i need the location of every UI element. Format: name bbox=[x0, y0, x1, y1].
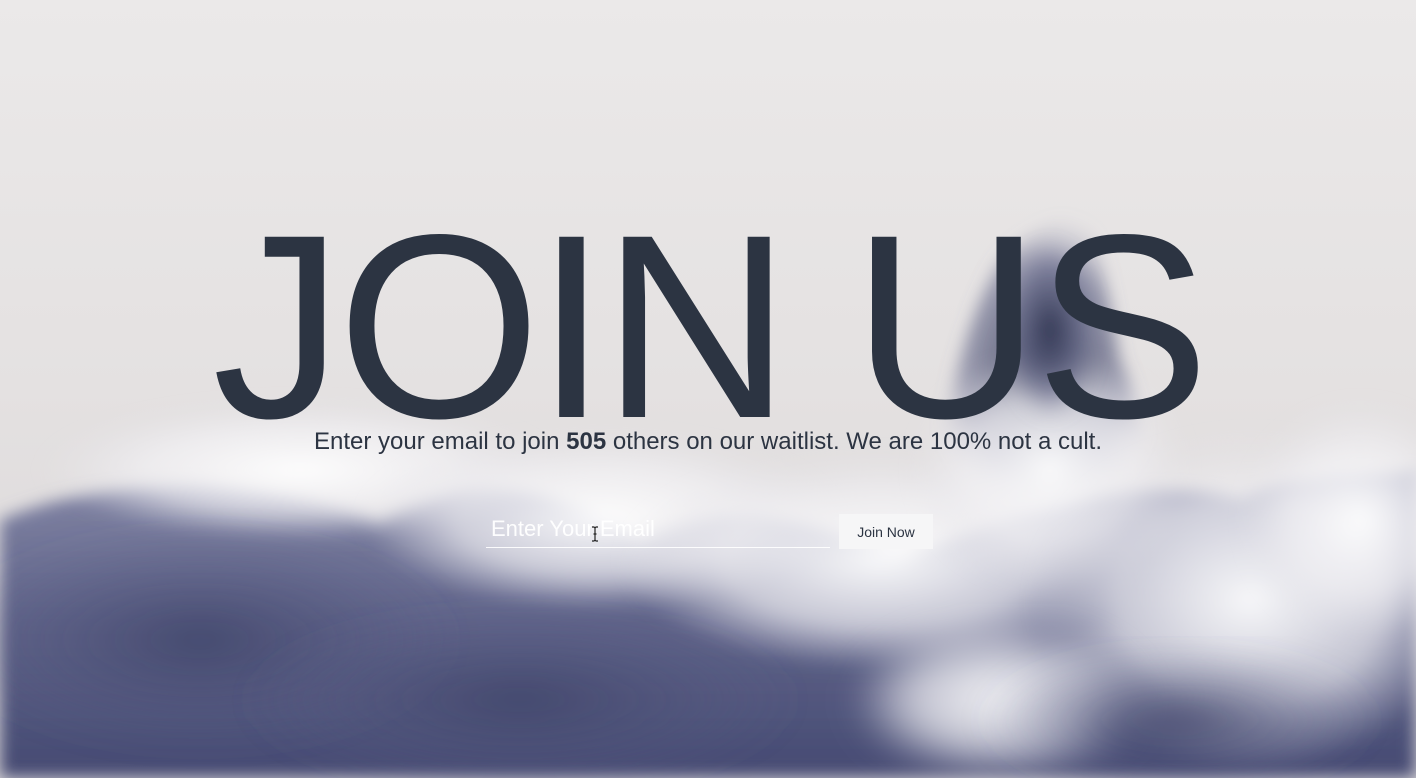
email-input[interactable] bbox=[486, 510, 830, 548]
text-cursor-icon bbox=[592, 526, 598, 542]
waitlist-count: 505 bbox=[566, 428, 607, 455]
subtitle-suffix: others on our waitlist. We are 100% not … bbox=[606, 428, 1102, 455]
join-now-button[interactable]: Join Now bbox=[839, 514, 933, 549]
waitlist-subtitle: Enter your email to join 505 others on o… bbox=[0, 428, 1416, 456]
hero-title: JOIN US bbox=[212, 180, 1210, 473]
subtitle-prefix: Enter your email to join bbox=[314, 428, 567, 455]
